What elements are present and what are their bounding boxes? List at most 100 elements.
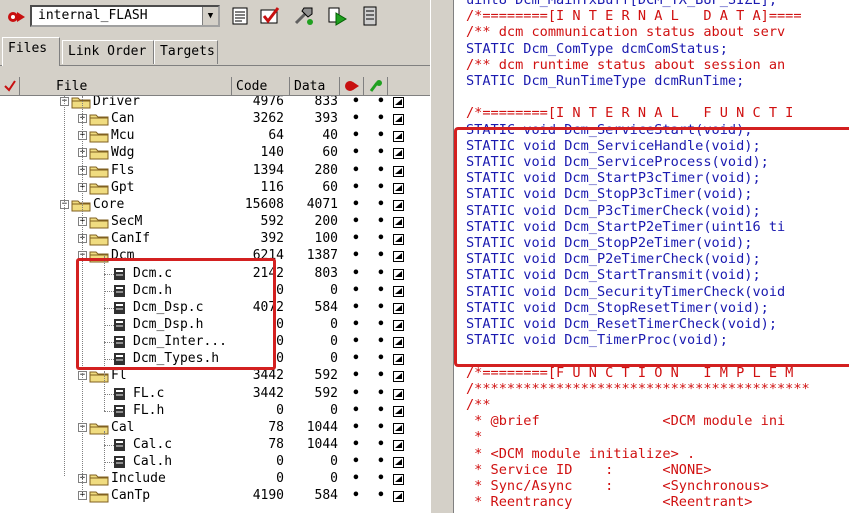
header-file[interactable]: File (20, 77, 232, 96)
file-options-icon[interactable] (393, 490, 404, 503)
file-options-icon[interactable] (393, 216, 404, 229)
file-options-icon[interactable] (393, 233, 404, 246)
file-options-icon[interactable] (393, 473, 404, 486)
tree-item-label: Core (93, 196, 125, 212)
target-bullet[interactable]: • (352, 144, 360, 161)
tab-link-order[interactable]: Link Order (62, 40, 154, 64)
target-bullet[interactable]: • (352, 213, 360, 230)
file-options-icon[interactable] (393, 182, 404, 194)
target-options-icon[interactable] (5, 7, 27, 27)
tree-group-row[interactable]: + CanTp 4190 584 • • (0, 487, 430, 504)
target-bullet[interactable]: • (352, 127, 360, 144)
document-list-icon[interactable] (228, 5, 252, 27)
build-bullet[interactable]: • (377, 385, 385, 402)
document-icon[interactable] (358, 5, 382, 27)
pane-splitter[interactable] (430, 0, 454, 513)
file-options-icon[interactable] (393, 302, 404, 314)
build-bullet[interactable]: • (377, 436, 385, 453)
target-bullet[interactable]: • (352, 436, 360, 453)
build-bullet[interactable]: • (377, 162, 385, 179)
target-bullet[interactable]: • (352, 162, 360, 179)
build-bullet[interactable]: • (377, 110, 385, 127)
tools-icon[interactable] (292, 5, 316, 27)
file-options-icon[interactable] (393, 388, 404, 400)
target-bullet[interactable]: • (352, 179, 360, 196)
target-bullet[interactable]: • (352, 316, 360, 333)
build-bullet[interactable]: • (377, 282, 385, 299)
target-select[interactable]: internal_FLASH ▼ (30, 5, 220, 27)
header-target-col[interactable] (340, 77, 364, 96)
build-bullet[interactable]: • (377, 419, 385, 436)
build-bullet[interactable]: • (377, 299, 385, 316)
file-options-icon[interactable] (393, 319, 404, 331)
file-options-icon[interactable] (393, 199, 404, 211)
header-code[interactable]: Code (232, 77, 290, 96)
header-mark-col[interactable] (0, 77, 20, 96)
file-options-icon[interactable] (393, 353, 404, 366)
code-comment-line: /*========[I N T E R N A L F U N C T I (466, 105, 794, 122)
build-bullet[interactable]: • (377, 333, 385, 350)
code-comment-line: /** dcm runtime status about session an (466, 56, 786, 73)
target-bullet[interactable]: • (352, 196, 360, 213)
file-options-icon[interactable] (393, 405, 404, 417)
build-bullet[interactable]: • (377, 470, 385, 487)
file-options-icon[interactable] (393, 439, 404, 451)
build-bullet[interactable]: • (377, 230, 385, 247)
internal-functions-highlight (454, 127, 849, 367)
tree-item-label: Wdg (111, 145, 135, 161)
code-line: uint8 Dcm_MainTxBuff[DCM_TX_BUF_SIZE]; (466, 0, 777, 8)
header-build-col[interactable] (364, 77, 388, 96)
file-options-icon[interactable] (393, 165, 404, 177)
target-bullet[interactable]: • (352, 419, 360, 436)
tab-targets[interactable]: Targets (154, 40, 218, 64)
target-bullet[interactable]: • (352, 265, 360, 282)
file-options-icon[interactable] (393, 96, 404, 108)
target-bullet[interactable]: • (352, 453, 360, 470)
build-bullet[interactable]: • (377, 144, 385, 161)
file-options-icon[interactable] (393, 147, 404, 160)
build-bullet[interactable]: • (377, 247, 385, 264)
chevron-down-icon[interactable]: ▼ (202, 7, 218, 25)
file-options-icon[interactable] (393, 113, 404, 126)
build-bullet[interactable]: • (377, 179, 385, 196)
target-bullet[interactable]: • (352, 299, 360, 316)
target-bullet[interactable]: • (352, 402, 360, 419)
target-bullet[interactable]: • (352, 487, 360, 504)
target-bullet[interactable]: • (352, 230, 360, 247)
target-bullet[interactable]: • (352, 96, 360, 110)
file-options-icon[interactable] (393, 456, 404, 469)
build-bullet[interactable]: • (377, 367, 385, 384)
file-options-icon[interactable] (393, 285, 404, 297)
file-options-icon[interactable] (393, 268, 404, 280)
build-bullet[interactable]: • (377, 127, 385, 144)
target-options-icon (345, 81, 359, 91)
tab-files[interactable]: Files (2, 37, 60, 66)
file-options-icon[interactable] (393, 130, 404, 143)
target-bullet[interactable]: • (352, 247, 360, 264)
build-bullet[interactable]: • (377, 350, 385, 367)
build-bullet[interactable]: • (377, 316, 385, 333)
target-bullet[interactable]: • (352, 110, 360, 127)
target-bullet[interactable]: • (352, 350, 360, 367)
file-options-icon[interactable] (393, 336, 404, 349)
target-bullet[interactable]: • (352, 367, 360, 384)
file-options-icon[interactable] (393, 370, 404, 383)
target-bullet[interactable]: • (352, 385, 360, 402)
build-bullet[interactable]: • (377, 453, 385, 470)
file-options-icon[interactable] (393, 422, 404, 434)
code-comment-line: /*========[I N T E R N A L D A T A]==== (466, 8, 802, 25)
build-bullet[interactable]: • (377, 96, 385, 110)
build-bullet[interactable]: • (377, 402, 385, 419)
data-size: 200 (314, 214, 338, 230)
build-check-icon[interactable] (258, 5, 282, 27)
build-bullet[interactable]: • (377, 196, 385, 213)
header-data[interactable]: Data (290, 77, 340, 96)
build-bullet[interactable]: • (377, 487, 385, 504)
target-bullet[interactable]: • (352, 333, 360, 350)
file-options-icon[interactable] (393, 250, 404, 263)
build-bullet[interactable]: • (377, 213, 385, 230)
run-icon[interactable] (326, 5, 350, 27)
target-bullet[interactable]: • (352, 282, 360, 299)
build-bullet[interactable]: • (377, 265, 385, 282)
target-bullet[interactable]: • (352, 470, 360, 487)
